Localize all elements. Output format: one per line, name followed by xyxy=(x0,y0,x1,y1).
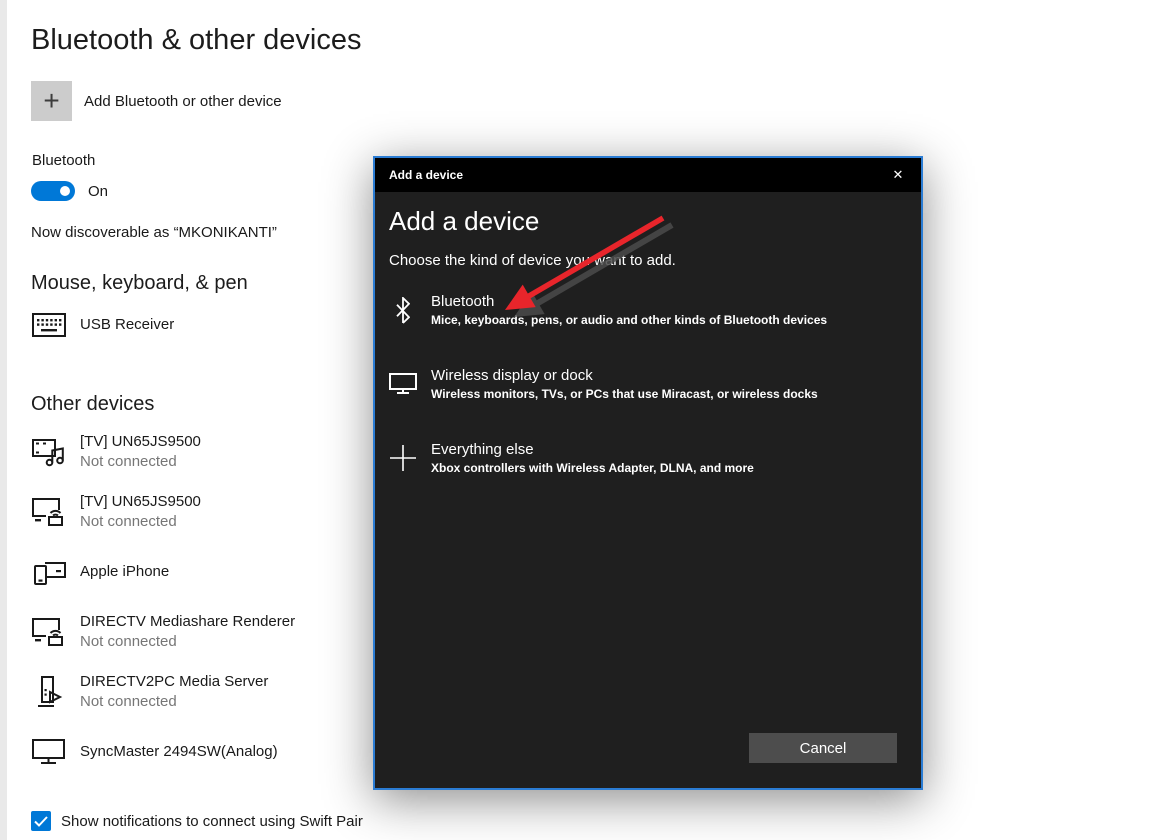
option-bluetooth[interactable]: Bluetooth Mice, keyboards, pens, or audi… xyxy=(389,292,907,328)
device-syncmaster-monitor[interactable]: SyncMaster 2494SW(Analog) xyxy=(31,724,361,780)
option-everything-else[interactable]: Everything else Xbox controllers with Wi… xyxy=(389,440,907,476)
device-status: Not connected xyxy=(80,693,177,710)
device-name: DIRECTV2PC Media Server xyxy=(80,673,269,690)
option-title: Everything else xyxy=(431,441,534,458)
media-server-icon xyxy=(31,676,67,708)
device-name: DIRECTV Mediashare Renderer xyxy=(80,613,296,630)
section-other-devices: Other devices xyxy=(31,393,155,415)
plus-icon: + xyxy=(31,81,72,121)
close-icon[interactable]: ✕ xyxy=(875,158,921,192)
bluetooth-toggle-state: On xyxy=(88,183,109,200)
device-tv-display[interactable]: [TV] UN65JS9500 Not connected xyxy=(31,484,361,540)
dialog-titlebar: Add a device ✕ xyxy=(375,158,921,192)
wireless-display-icon xyxy=(31,618,67,646)
device-name: Apple iPhone xyxy=(80,563,170,580)
option-wireless-display[interactable]: Wireless display or dock Wireless monito… xyxy=(389,366,907,402)
option-title: Wireless display or dock xyxy=(431,367,593,384)
device-name: SyncMaster 2494SW(Analog) xyxy=(80,743,278,760)
bluetooth-icon xyxy=(389,296,417,324)
plus-icon xyxy=(389,444,417,472)
cancel-button[interactable]: Cancel xyxy=(749,733,897,763)
swift-pair-checkbox-row[interactable]: Show notifications to connect using Swif… xyxy=(31,811,363,831)
device-status: Not connected xyxy=(80,453,177,470)
add-bluetooth-button[interactable]: + Add Bluetooth or other device xyxy=(31,81,282,121)
section-mouse-keyboard-pen: Mouse, keyboard, & pen xyxy=(31,272,248,294)
device-name: [TV] UN65JS9500 xyxy=(80,493,201,510)
window-edge-strip xyxy=(0,0,7,840)
dialog-heading: Add a device xyxy=(389,206,540,236)
monitor-icon xyxy=(389,373,417,395)
device-status: Not connected xyxy=(80,513,177,530)
phone-monitor-icon xyxy=(31,559,67,586)
settings-window: Bluetooth & other devices + Add Bluetoot… xyxy=(0,0,1157,840)
monitor-icon xyxy=(31,739,67,765)
bluetooth-toggle-label: Bluetooth xyxy=(32,152,96,169)
device-directv2pc-server[interactable]: DIRECTV2PC Media Server Not connected xyxy=(31,664,361,720)
option-title: Bluetooth xyxy=(431,293,495,310)
device-directv-mediashare[interactable]: DIRECTV Mediashare Renderer Not connecte… xyxy=(31,604,361,660)
option-description: Xbox controllers with Wireless Adapter, … xyxy=(431,461,754,475)
option-description: Wireless monitors, TVs, or PCs that use … xyxy=(431,387,818,401)
device-status: Not connected xyxy=(80,633,177,650)
device-name: USB Receiver xyxy=(80,316,175,333)
page-title: Bluetooth & other devices xyxy=(31,24,362,56)
dialog-titlebar-text: Add a device xyxy=(389,168,464,182)
discoverable-text: Now discoverable as “MKONIKANTI” xyxy=(31,224,277,241)
checkbox-checked-icon[interactable] xyxy=(31,811,51,831)
device-usb-receiver[interactable]: USB Receiver xyxy=(31,297,361,353)
keyboard-icon xyxy=(31,313,67,337)
device-name: [TV] UN65JS9500 xyxy=(80,433,201,450)
swift-pair-label: Show notifications to connect using Swif… xyxy=(61,812,363,830)
bluetooth-toggle[interactable] xyxy=(31,181,75,201)
dialog-body: Add a device Choose the kind of device y… xyxy=(375,192,921,788)
add-device-dialog: Add a device ✕ Add a device Choose the k… xyxy=(373,156,923,790)
wireless-display-icon xyxy=(31,498,67,526)
media-cast-icon xyxy=(31,437,67,467)
toggle-knob xyxy=(60,186,70,196)
dialog-subtitle: Choose the kind of device you want to ad… xyxy=(389,252,676,269)
option-description: Mice, keyboards, pens, or audio and othe… xyxy=(431,313,828,327)
device-apple-iphone[interactable]: Apple iPhone xyxy=(31,544,361,600)
add-bluetooth-label: Add Bluetooth or other device xyxy=(84,92,282,110)
device-tv-media[interactable]: [TV] UN65JS9500 Not connected xyxy=(31,424,361,480)
